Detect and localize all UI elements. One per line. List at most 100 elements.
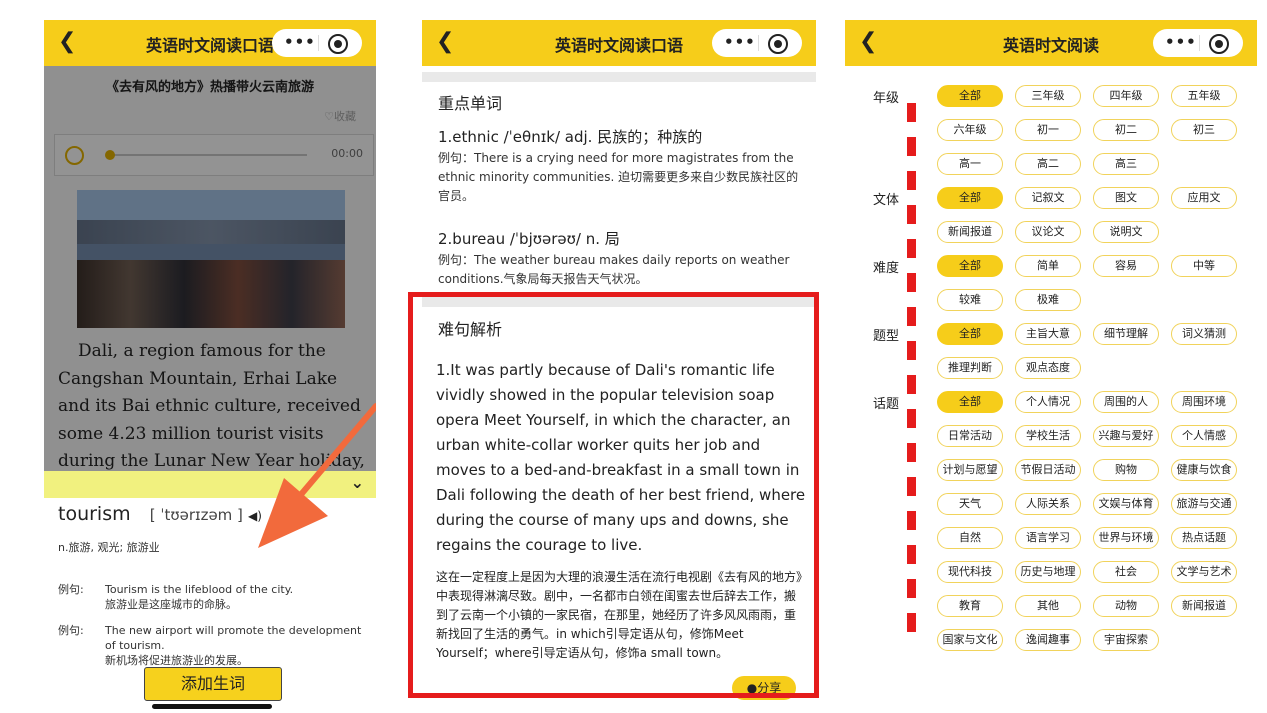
row-marker [907, 307, 916, 326]
filter-tag[interactable]: 初三 [1171, 119, 1237, 141]
filter-tag[interactable]: 世界与环境 [1093, 527, 1159, 549]
filter-tag[interactable]: 初一 [1015, 119, 1081, 141]
filter-tag[interactable]: 文学与艺术 [1171, 561, 1237, 583]
close-target-icon[interactable] [1209, 34, 1229, 54]
filter-tag[interactable]: 个人情感 [1171, 425, 1237, 447]
capsule-divider [318, 35, 319, 51]
close-target-icon[interactable] [328, 34, 348, 54]
close-target-icon[interactable] [768, 34, 788, 54]
row-marker [907, 579, 916, 598]
filter-tag[interactable]: 高一 [937, 153, 1003, 175]
filter-tag[interactable]: 主旨大意 [1015, 323, 1081, 345]
filter-tag[interactable]: 容易 [1093, 255, 1159, 277]
filter-tag[interactable]: 热点话题 [1171, 527, 1237, 549]
filter-tag[interactable]: 说明文 [1093, 221, 1159, 243]
filter-tag[interactable]: 中等 [1171, 255, 1237, 277]
filter-tag[interactable]: 高三 [1093, 153, 1159, 175]
filter-tag[interactable]: 宇宙探索 [1093, 629, 1159, 651]
row-marker [907, 477, 916, 496]
section-divider [422, 72, 816, 82]
example-en: Tourism is the lifeblood of the city. [105, 583, 294, 596]
mini-program-capsule: ••• [712, 29, 802, 57]
filter-tag[interactable]: 全部 [937, 255, 1003, 277]
header-bar: ❮ 英语时文阅读口语 ••• [44, 20, 376, 66]
filter-category-label: 文体 [873, 193, 900, 208]
filter-tag[interactable]: 日常活动 [937, 425, 1003, 447]
vocab-item-1-head: 1.ethnic /ˈeθnɪk/ adj. 民族的；种族的 [438, 128, 703, 146]
vocab-item-1-example: 例句：There is a crying need for more magis… [438, 151, 799, 203]
filter-tag[interactable]: 个人情况 [1015, 391, 1081, 413]
more-dots-icon[interactable]: ••• [284, 33, 316, 51]
row-marker [907, 171, 916, 190]
row-marker [907, 613, 916, 632]
filter-tag[interactable]: 学校生活 [1015, 425, 1081, 447]
filter-tag[interactable]: 动物 [1093, 595, 1159, 617]
filter-tag[interactable]: 新闻报道 [937, 221, 1003, 243]
filter-tag[interactable]: 天气 [937, 493, 1003, 515]
row-marker [907, 545, 916, 564]
filter-tag[interactable]: 旅游与交通 [1171, 493, 1237, 515]
filter-tag[interactable]: 初二 [1093, 119, 1159, 141]
filter-category-label: 话题 [873, 397, 900, 412]
filter-tag[interactable]: 周围环境 [1171, 391, 1237, 413]
filter-tag[interactable]: 简单 [1015, 255, 1081, 277]
example-cn: 旅游业是这座城市的命脉。 [105, 598, 237, 611]
filter-tag[interactable]: 历史与地理 [1015, 561, 1081, 583]
mini-program-capsule: ••• [1153, 29, 1243, 57]
filter-tag[interactable]: 五年级 [1171, 85, 1237, 107]
home-indicator [152, 704, 272, 709]
example-2: 例句: The new airport will promote the dev… [58, 623, 376, 669]
highlight-box [408, 292, 819, 698]
filter-tag[interactable]: 现代科技 [937, 561, 1003, 583]
filter-tag[interactable]: 全部 [937, 187, 1003, 209]
filter-tag[interactable]: 国家与文化 [937, 629, 1003, 651]
word-entry: tourism [ ˈtʊərɪzəm ] ◀) [58, 503, 262, 525]
more-dots-icon[interactable]: ••• [1165, 33, 1197, 51]
filter-tag[interactable]: 语言学习 [1015, 527, 1081, 549]
filter-tag[interactable]: 极难 [1015, 289, 1081, 311]
filter-tag[interactable]: 全部 [937, 391, 1003, 413]
filter-tag[interactable]: 高二 [1015, 153, 1081, 175]
filter-tag[interactable]: 图文 [1093, 187, 1159, 209]
filter-tag[interactable]: 节假日活动 [1015, 459, 1081, 481]
word-definition: n.旅游, 观光; 旅游业 [58, 541, 160, 554]
filter-tag[interactable]: 购物 [1093, 459, 1159, 481]
filter-tag[interactable]: 新闻报道 [1171, 595, 1237, 617]
filter-tag[interactable]: 人际关系 [1015, 493, 1081, 515]
filter-tag[interactable]: 全部 [937, 323, 1003, 345]
filter-tag[interactable]: 其他 [1015, 595, 1081, 617]
row-marker [907, 205, 916, 224]
filter-tag[interactable]: 健康与饮食 [1171, 459, 1237, 481]
capsule-divider [1199, 35, 1200, 51]
filter-tag[interactable]: 自然 [937, 527, 1003, 549]
word-text: tourism [58, 503, 131, 525]
filter-tag[interactable]: 逸闻趣事 [1015, 629, 1081, 651]
filter-tag[interactable]: 词义猜测 [1171, 323, 1237, 345]
example-text: The new airport will promote the develop… [105, 623, 375, 668]
filter-tag[interactable]: 教育 [937, 595, 1003, 617]
filter-tag[interactable]: 应用文 [1171, 187, 1237, 209]
filter-tag[interactable]: 文娱与体育 [1093, 493, 1159, 515]
filter-tag[interactable]: 全部 [937, 85, 1003, 107]
filter-tag[interactable]: 较难 [937, 289, 1003, 311]
row-marker [907, 511, 916, 530]
mini-program-capsule: ••• [272, 29, 362, 57]
row-marker [907, 273, 916, 292]
add-word-button[interactable]: 添加生词 [144, 667, 282, 701]
article-filter-panel: ❮ 英语时文阅读 ••• 年级 全部 三年级 四年级 五年级 六年级 初一 初二 初三 高一 高二高… [845, 20, 1257, 713]
annotation-arrow-icon [258, 403, 376, 548]
filter-tag[interactable]: 三年级 [1015, 85, 1081, 107]
more-dots-icon[interactable]: ••• [724, 33, 756, 51]
filter-tag[interactable]: 记叙文 [1015, 187, 1081, 209]
filter-tag[interactable]: 兴趣与爱好 [1093, 425, 1159, 447]
filter-tag[interactable]: 议论文 [1015, 221, 1081, 243]
filter-tag[interactable]: 细节理解 [1093, 323, 1159, 345]
filter-tag[interactable]: 观点态度 [1015, 357, 1081, 379]
filter-tag[interactable]: 社会 [1093, 561, 1159, 583]
filter-tag[interactable]: 推理判断 [937, 357, 1003, 379]
filter-tag[interactable]: 四年级 [1093, 85, 1159, 107]
filter-tag[interactable]: 周围的人 [1093, 391, 1159, 413]
filter-tag[interactable]: 六年级 [937, 119, 1003, 141]
vocab-item-2-example: 例句：The weather bureau makes daily report… [438, 253, 790, 286]
filter-tag[interactable]: 计划与愿望 [937, 459, 1003, 481]
